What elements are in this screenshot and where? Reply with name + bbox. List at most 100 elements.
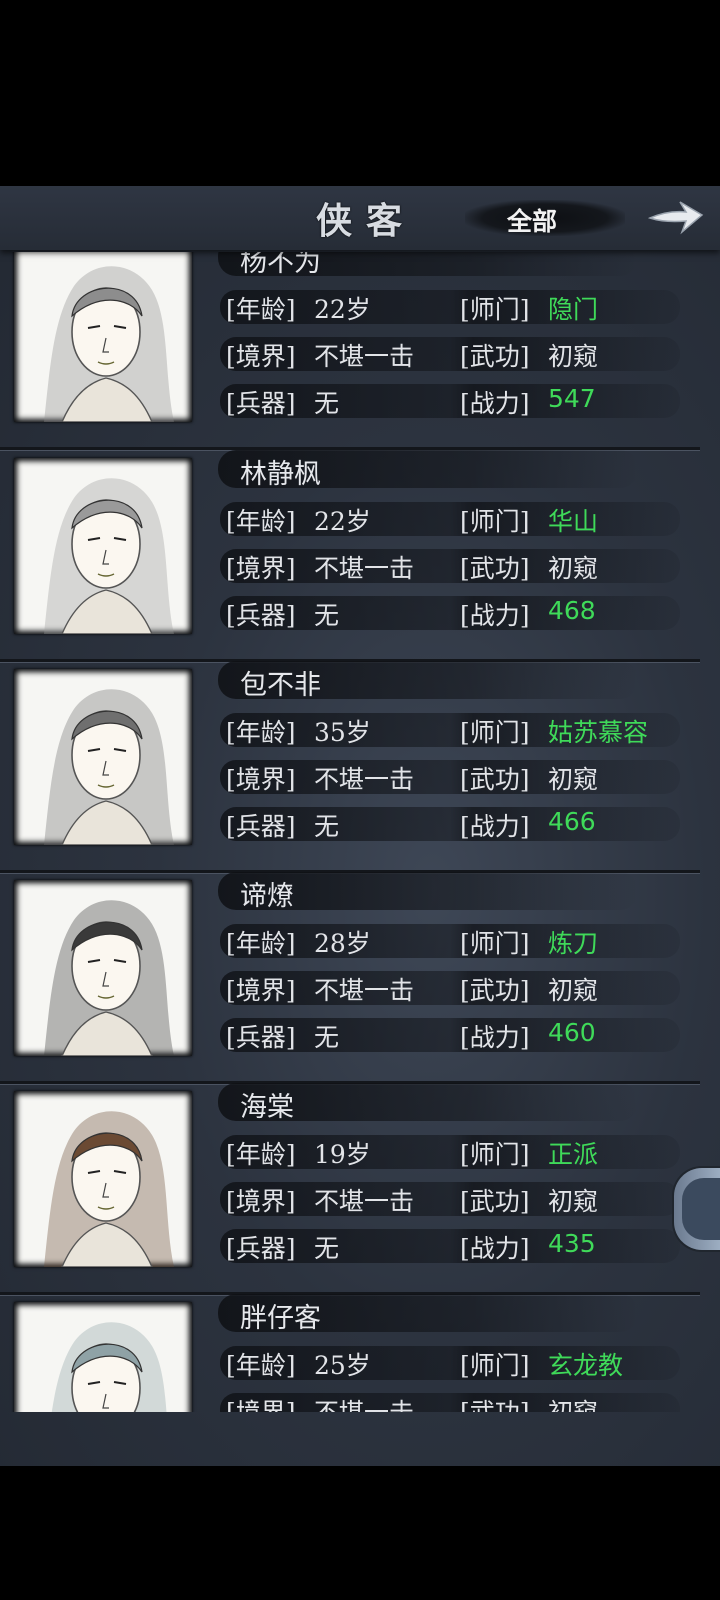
- hero-portrait: [14, 458, 192, 634]
- realm-label: [境界]: [226, 1187, 296, 1216]
- hero-list-panel: 侠客 全部 杨不为 [年龄] 22岁 [师门] 隐门 [境界] 不堪一击 [武功…: [0, 186, 720, 1466]
- age-label: [年龄]: [226, 295, 296, 324]
- martial-label: [武功]: [460, 976, 530, 1005]
- power-value: 466: [548, 807, 596, 836]
- power-value: 460: [548, 1018, 596, 1047]
- hero-name: 林静枫: [240, 459, 321, 490]
- age-value: 25岁: [314, 1351, 371, 1380]
- power-value: 435: [548, 1229, 596, 1258]
- weapon-value: 无: [314, 389, 340, 418]
- martial-value: 初窥: [548, 976, 599, 1005]
- power-value: 547: [548, 384, 596, 413]
- power-label: [战力]: [460, 1234, 530, 1263]
- age-value: 22岁: [314, 295, 371, 324]
- hero-portrait: [14, 669, 192, 845]
- hero-name: 谛燎: [240, 881, 294, 912]
- power-label: [战力]: [460, 389, 530, 418]
- filter-label: 全部: [507, 207, 558, 236]
- martial-label: [武功]: [460, 554, 530, 583]
- martial-value: 初窥: [548, 342, 599, 371]
- realm-label: [境界]: [226, 554, 296, 583]
- weapon-label: [兵器]: [226, 389, 296, 418]
- hero-name: 包不非: [240, 670, 321, 701]
- age-value: 22岁: [314, 507, 371, 536]
- martial-value: 初窥: [548, 1187, 599, 1216]
- weapon-label: [兵器]: [226, 1023, 296, 1052]
- hero-card[interactable]: 林静枫 [年龄] 22岁 [师门] 华山 [境界] 不堪一击 [武功] 初窥 […: [0, 448, 700, 662]
- weapon-label: [兵器]: [226, 1234, 296, 1263]
- scroll-icon: [682, 1178, 720, 1240]
- sect-label: [师门]: [460, 1140, 530, 1169]
- sect-label: [师门]: [460, 1351, 530, 1380]
- sect-label: [师门]: [460, 718, 530, 747]
- sect-label: [师门]: [460, 507, 530, 536]
- hero-card[interactable]: 谛燎 [年龄] 28岁 [师门] 炼刀 [境界] 不堪一击 [武功] 初窥 [兵…: [0, 870, 700, 1084]
- realm-value: 不堪一击: [314, 554, 415, 583]
- portrait-sketch: [44, 689, 174, 845]
- arrow-right-icon[interactable]: [646, 194, 706, 238]
- hero-name: 杨不为: [240, 252, 321, 278]
- sect-value: 隐门: [548, 295, 599, 324]
- realm-value: 不堪一击: [314, 1393, 414, 1412]
- hero-card[interactable]: 杨不为 [年龄] 22岁 [师门] 隐门 [境界] 不堪一击 [武功] 初窥 […: [0, 252, 700, 450]
- weapon-value: 无: [314, 1234, 340, 1263]
- hero-card[interactable]: 胖仔客 [年龄] 25岁 [师门] 玄龙教 [境界] 不堪一击 [武功] 初窥 …: [0, 1292, 700, 1412]
- sect-value: 玄龙教: [548, 1351, 624, 1380]
- sect-label: [师门]: [460, 295, 530, 324]
- realm-label: [境界]: [226, 765, 296, 794]
- header-bar: 侠客 全部: [0, 186, 720, 250]
- sect-value: 正派: [548, 1140, 599, 1169]
- realm-label: [境界]: [226, 976, 296, 1005]
- portrait-sketch: [44, 478, 174, 634]
- realm-label: [境界]: [226, 1393, 296, 1412]
- weapon-value: 无: [314, 601, 340, 630]
- age-value: 19岁: [314, 1140, 371, 1169]
- filter-dropdown[interactable]: 全部: [465, 200, 625, 236]
- martial-label: [武功]: [460, 1187, 530, 1216]
- power-value: 468: [548, 596, 596, 625]
- age-label: [年龄]: [226, 718, 296, 747]
- portrait-sketch: [44, 266, 174, 422]
- hero-portrait: [14, 252, 192, 422]
- weapon-value: 无: [314, 1023, 340, 1052]
- sect-label: [师门]: [460, 929, 530, 958]
- realm-value: 不堪一击: [314, 342, 415, 371]
- hero-portrait: [14, 1091, 192, 1267]
- age-value: 28岁: [314, 929, 371, 958]
- age-label: [年龄]: [226, 1140, 296, 1169]
- hero-list[interactable]: 杨不为 [年龄] 22岁 [师门] 隐门 [境界] 不堪一击 [武功] 初窥 […: [0, 252, 720, 1412]
- hero-portrait: [14, 1302, 192, 1412]
- sect-value: 姑苏慕容: [548, 718, 649, 747]
- realm-value: 不堪一击: [314, 765, 415, 794]
- realm-label: [境界]: [226, 342, 296, 371]
- hero-name: 海棠: [240, 1092, 294, 1123]
- martial-label: [武功]: [460, 765, 530, 794]
- hero-portrait: [14, 880, 192, 1056]
- hero-card[interactable]: 海棠 [年龄] 19岁 [师门] 正派 [境界] 不堪一击 [武功] 初窥 [兵…: [0, 1081, 700, 1295]
- age-label: [年龄]: [226, 507, 296, 536]
- age-value: 35岁: [314, 718, 371, 747]
- power-label: [战力]: [460, 601, 530, 630]
- portrait-sketch: [44, 1111, 174, 1267]
- sect-value: 华山: [548, 507, 599, 536]
- power-label: [战力]: [460, 1023, 530, 1052]
- hero-card[interactable]: 包不非 [年龄] 35岁 [师门] 姑苏慕容 [境界] 不堪一击 [武功] 初窥…: [0, 659, 700, 873]
- weapon-value: 无: [314, 812, 340, 841]
- weapon-label: [兵器]: [226, 601, 296, 630]
- weapon-label: [兵器]: [226, 812, 296, 841]
- hero-name: 胖仔客: [240, 1303, 321, 1334]
- side-drawer-tab[interactable]: [672, 1166, 720, 1252]
- portrait-sketch: [51, 1322, 167, 1412]
- power-label: [战力]: [460, 812, 530, 841]
- martial-value: 初窥: [548, 765, 599, 794]
- realm-value: 不堪一击: [314, 1187, 415, 1216]
- page-title: 侠客: [316, 200, 417, 242]
- sect-value: 炼刀: [548, 929, 599, 958]
- age-label: [年龄]: [226, 929, 296, 958]
- portrait-sketch: [44, 900, 174, 1056]
- realm-value: 不堪一击: [314, 976, 415, 1005]
- martial-label: [武功]: [460, 342, 530, 371]
- martial-value: 初窥: [548, 1393, 598, 1412]
- age-label: [年龄]: [226, 1351, 296, 1380]
- martial-value: 初窥: [548, 554, 599, 583]
